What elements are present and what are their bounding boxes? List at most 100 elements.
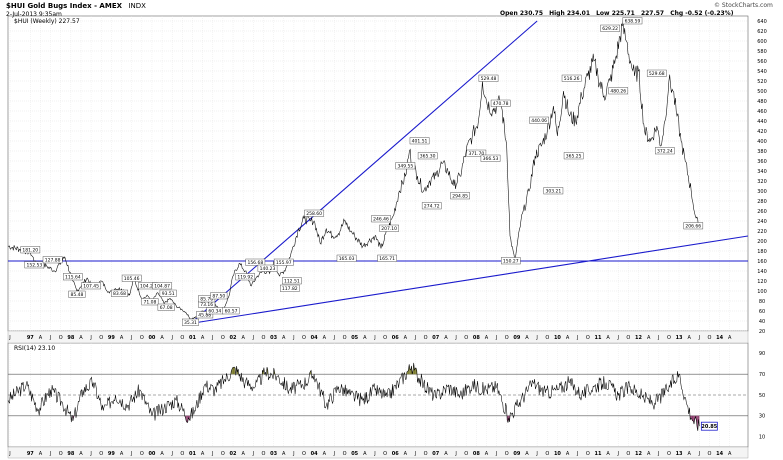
price-x-tick-label: O — [464, 335, 468, 341]
price-annotation-label: 470.78 — [493, 101, 509, 107]
price-annotation-label: 127.88 — [45, 258, 61, 264]
price-annotation-label: 35.31 — [184, 320, 197, 326]
chart-root: 20 40 60 80 100 120 140 160 180 200 220 240 260 280 30… — [0, 0, 783, 460]
price-annotation-label: 140.23 — [260, 266, 276, 272]
rsi-y-tick-label: 50 — [759, 393, 765, 399]
price-x-tick-label: O — [302, 335, 306, 341]
rsi-x-tick-label: O — [343, 451, 347, 457]
price-annotation-label: 119.92 — [237, 275, 253, 281]
price-x-tick-label: A — [687, 335, 691, 341]
price-panel-frame — [7, 15, 749, 332]
rsi-x-tick-label: A — [404, 451, 408, 457]
price-annotation-label: 206.66 — [685, 224, 701, 230]
price-x-tick-label: O — [99, 335, 103, 341]
rsi-x-tick-label: J — [130, 451, 132, 457]
price-y-tick-label: 520 — [757, 79, 767, 85]
price-x-tick-label: 00 — [148, 335, 155, 341]
price-y-tick-label: 340 — [757, 169, 767, 175]
price-x-tick-label: J — [698, 335, 700, 341]
price-annotation-label: 440.06 — [531, 118, 547, 124]
price-x-tick-label: A — [201, 335, 205, 341]
high-label: High — [549, 10, 565, 17]
rsi-x-tick-label: O — [261, 451, 265, 457]
price-x-tick-label: A — [404, 335, 408, 341]
price-y-tick-label: 480 — [757, 99, 767, 105]
open-label: Open — [500, 10, 518, 17]
price-x-tick-label: A — [444, 335, 448, 341]
price-x-tick-label: 99 — [108, 335, 115, 341]
last-value: 227.57 — [640, 10, 665, 17]
price-annotation-label: 152.53 — [26, 263, 42, 269]
price-x-tick-label: O — [140, 335, 144, 341]
price-annotation-label: 365.25 — [566, 154, 582, 160]
rsi-x-tick-label: O — [180, 451, 184, 457]
rsi-x-tick-label: A — [120, 451, 124, 457]
rsi-x-tick-label: A — [728, 451, 732, 457]
rsi-value-tag: 20.85 — [701, 424, 717, 430]
price-y-tick-label: 400 — [757, 139, 767, 145]
price-x-tick-label: J — [617, 335, 619, 341]
high-value: 234.01 — [566, 10, 590, 17]
price-x-tick-label: A — [79, 335, 83, 341]
rsi-x-tick-label: O — [424, 451, 428, 457]
rsi-x-tick-label: J — [495, 451, 497, 457]
price-x-tick-label: 12 — [635, 335, 642, 341]
rsi-x-tick-label: A — [282, 451, 286, 457]
rsi-x-tick-label: J — [49, 451, 51, 457]
price-x-tick-label: O — [383, 335, 387, 341]
price-x-tick-label: A — [282, 335, 286, 341]
price-y-tick-label: 640 — [757, 19, 767, 25]
rsi-x-tick-label: 14 — [716, 451, 723, 457]
price-y-tick-label: 380 — [757, 149, 767, 155]
price-x-tick-label: O — [59, 335, 63, 341]
price-x-tick-label: O — [343, 335, 347, 341]
price-x-tick-label: J — [89, 335, 91, 341]
price-x-tick-label: O — [667, 335, 671, 341]
rsi-overbought-fill — [232, 367, 234, 375]
price-annotation-label: 638.59 — [625, 19, 641, 25]
rsi-x-tick-label: J — [89, 451, 91, 457]
price-x-tick-label: A — [606, 335, 610, 341]
price-annotation-label: 401.51 — [412, 139, 428, 145]
rsi-x-tick-label: A — [160, 451, 164, 457]
price-annotation-label: 246.46 — [373, 217, 389, 223]
price-x-tick-label: J — [49, 335, 51, 341]
price-y-tick-label: 460 — [757, 109, 767, 115]
rsi-x-tick-label: J — [414, 451, 416, 457]
open-value: 230.75 — [519, 10, 543, 17]
price-x-tick-label: J — [292, 335, 294, 341]
price-x-tick-label: A — [39, 335, 43, 341]
price-annotation-label: 60.57 — [225, 309, 238, 315]
price-annotation-label: 480.26 — [610, 89, 626, 95]
price-x-tick-label: 11 — [594, 335, 601, 341]
price-x-tick-label: 07 — [432, 335, 439, 341]
rsi-x-tick-label: 02 — [230, 451, 237, 457]
watermark: © StockCharts.com — [714, 2, 773, 9]
price-x-tick-label: J — [657, 335, 659, 341]
price-y-tick-label: 420 — [757, 129, 767, 135]
price-x-tick-label: O — [424, 335, 428, 341]
price-y-tick-label: 320 — [757, 179, 767, 185]
price-y-tick-label: 100 — [757, 289, 767, 295]
price-annotation-label: 85.48 — [70, 292, 83, 298]
rsi-x-tick-label: J — [8, 451, 10, 457]
price-x-tick-label: J — [576, 335, 578, 341]
price-y-tick-label: 620 — [757, 29, 767, 35]
rsi-x-tick-label: 05 — [351, 451, 358, 457]
price-y-tick-label: 280 — [757, 199, 767, 205]
price-annotation-label: 87.50 — [212, 294, 225, 300]
price-y-tick-label: 500 — [757, 89, 767, 95]
price-annotation-label: 529.68 — [649, 71, 665, 77]
rsi-oversold-fill — [692, 415, 694, 421]
rsi-x-tick-label: A — [687, 451, 691, 457]
price-y-tick-label: 260 — [757, 209, 767, 215]
rsi-overbought-fill — [415, 367, 417, 375]
price-y-tick-label: 80 — [759, 299, 765, 305]
rsi-x-tick-label: J — [657, 451, 659, 457]
rsi-x-tick-label: J — [454, 451, 456, 457]
price-x-tick-label: O — [586, 335, 590, 341]
price-x-tick-label: 01 — [189, 335, 196, 341]
rsi-x-tick-label: A — [566, 451, 570, 457]
price-x-tick-label: 13 — [676, 335, 683, 341]
price-annotation-label: 258.60 — [306, 211, 322, 217]
